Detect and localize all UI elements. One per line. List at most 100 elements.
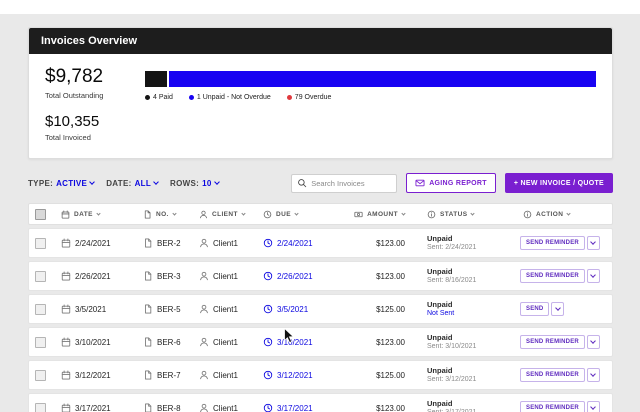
person-icon: [200, 370, 208, 380]
legend-item: 4 Paid: [145, 94, 173, 101]
due-date: 3/17/2021: [277, 403, 313, 412]
type-filter-label: TYPE:: [28, 178, 54, 188]
column-header-amount[interactable]: AMOUNT: [345, 210, 421, 219]
search-input[interactable]: [311, 178, 392, 188]
row-checkbox[interactable]: [35, 336, 46, 348]
sort-icon: [470, 210, 476, 216]
person-icon: [200, 304, 208, 314]
invoice-number: BER-8: [157, 403, 181, 412]
send-reminder-button[interactable]: SEND REMINDER: [520, 401, 585, 412]
due-date-link[interactable]: 3/5/2021: [257, 304, 345, 314]
sort-icon: [401, 210, 406, 216]
row-checkbox[interactable]: [35, 402, 46, 412]
invoice-date: 3/5/2021: [75, 304, 107, 314]
chevron-down-icon: [590, 238, 597, 245]
action-dropdown-button[interactable]: [586, 335, 600, 349]
due-date: 2/26/2021: [277, 271, 313, 281]
invoice-amount: $125.00: [376, 304, 405, 314]
client-name: Client1: [213, 403, 238, 412]
total-outstanding-value: $9,782: [45, 66, 104, 87]
legend-label: 79 Overdue: [294, 94, 332, 101]
aging-report-label: AGING REPORT: [429, 179, 487, 187]
due-date-link[interactable]: 3/17/2021: [257, 403, 345, 412]
column-label: AMOUNT: [367, 210, 398, 218]
row-checkbox[interactable]: [35, 270, 46, 282]
action-dropdown-button[interactable]: [586, 269, 600, 283]
column-header-due[interactable]: DUE: [257, 210, 345, 219]
column-label: ACTION: [536, 210, 564, 218]
sort-icon: [566, 210, 571, 216]
status-sub: Not Sent: [427, 309, 455, 317]
aging-report-button[interactable]: AGING REPORT: [406, 173, 496, 193]
status-sub: Sent: 3/12/2021: [427, 375, 477, 383]
clock-icon: [263, 304, 273, 314]
workspace: Invoices Overview $9,782 Total Outstandi…: [0, 14, 640, 412]
person-icon: [200, 210, 207, 218]
column-label: NO.: [156, 210, 169, 218]
column-header-action[interactable]: ACTION: [517, 210, 612, 219]
invoice-date: 3/17/2021: [75, 403, 111, 412]
row-checkbox[interactable]: [35, 303, 46, 315]
status-main: Unpaid: [427, 365, 453, 375]
row-checkbox[interactable]: [35, 237, 46, 249]
chevron-down-icon: [590, 271, 597, 278]
invoice-date: 3/12/2021: [75, 370, 111, 380]
sort-icon: [294, 210, 299, 216]
table-row: 3/10/2021 BER-6 Client1 3/10/2021 $123.0…: [28, 327, 613, 357]
file-icon: [145, 271, 152, 281]
row-checkbox[interactable]: [35, 369, 46, 381]
chevron-down-icon: [153, 178, 159, 185]
calendar-icon: [61, 238, 71, 248]
send-reminder-button[interactable]: SEND REMINDER: [520, 368, 585, 382]
send-reminder-button[interactable]: SEND: [520, 302, 550, 316]
chevron-down-icon: [590, 403, 597, 410]
action-dropdown-button[interactable]: [586, 236, 600, 250]
column-header-date[interactable]: DATE: [55, 209, 137, 219]
legend-dot: [145, 95, 150, 100]
new-invoice-button[interactable]: + NEW INVOICE / QUOTE: [504, 173, 613, 193]
table-row: 3/17/2021 BER-8 Client1 3/17/2021 $123.0…: [28, 393, 613, 412]
type-filter[interactable]: TYPE: ACTIVE: [28, 178, 96, 188]
file-icon: [145, 370, 152, 380]
column-header-client[interactable]: CLIENT: [193, 210, 257, 219]
send-reminder-button[interactable]: SEND REMINDER: [520, 335, 585, 349]
action-dropdown-button[interactable]: [586, 368, 600, 382]
search-icon: [298, 179, 307, 188]
calendar-icon: [61, 304, 71, 314]
action-dropdown-button[interactable]: [551, 302, 565, 316]
sort-icon: [241, 210, 246, 216]
rows-filter[interactable]: ROWS: 10: [170, 178, 220, 188]
total-invoiced-value: $10,355: [45, 113, 100, 130]
table-row: 3/12/2021 BER-7 Client1 3/12/2021 $125.0…: [28, 360, 613, 390]
due-date-link[interactable]: 3/10/2021: [257, 337, 345, 347]
status-sub: Sent: 8/16/2021: [427, 276, 477, 284]
send-reminder-button[interactable]: SEND REMINDER: [520, 269, 585, 283]
clock-icon: [263, 210, 272, 218]
due-date-link[interactable]: 3/12/2021: [257, 370, 345, 380]
search-box: [291, 173, 398, 193]
send-reminder-button[interactable]: SEND REMINDER: [520, 236, 585, 250]
date-filter[interactable]: DATE: ALL: [106, 178, 159, 188]
column-header-status[interactable]: STATUS: [421, 210, 517, 219]
aging-bar: [145, 71, 596, 87]
calendar-icon: [61, 271, 71, 281]
invoice-number: BER-6: [157, 337, 181, 347]
invoice-number: BER-3: [157, 271, 181, 281]
due-date-link[interactable]: 2/26/2021: [257, 271, 345, 281]
action-dropdown-button[interactable]: [586, 401, 600, 412]
page-title: Invoices Overview: [29, 28, 612, 54]
select-all-checkbox[interactable]: [35, 208, 46, 220]
legend-dot: [286, 95, 292, 100]
filter-bar: TYPE: ACTIVE DATE: ALL ROWS: 10 AGING RE…: [28, 173, 613, 193]
due-date-link[interactable]: 2/24/2021: [257, 238, 345, 248]
info-icon: [523, 210, 532, 218]
table-header: DATE NO. CLIENT DUE AMOUNT STATUS ACTION: [28, 203, 613, 225]
file-icon: [144, 209, 151, 219]
column-header-no[interactable]: NO.: [137, 209, 193, 219]
invoice-number: BER-5: [157, 304, 181, 314]
invoice-date: 2/26/2021: [75, 271, 111, 281]
chevron-down-icon: [213, 178, 220, 185]
status-main: Unpaid: [427, 233, 453, 243]
new-invoice-label: + NEW INVOICE / QUOTE: [513, 179, 604, 187]
chevron-down-icon: [590, 337, 597, 344]
